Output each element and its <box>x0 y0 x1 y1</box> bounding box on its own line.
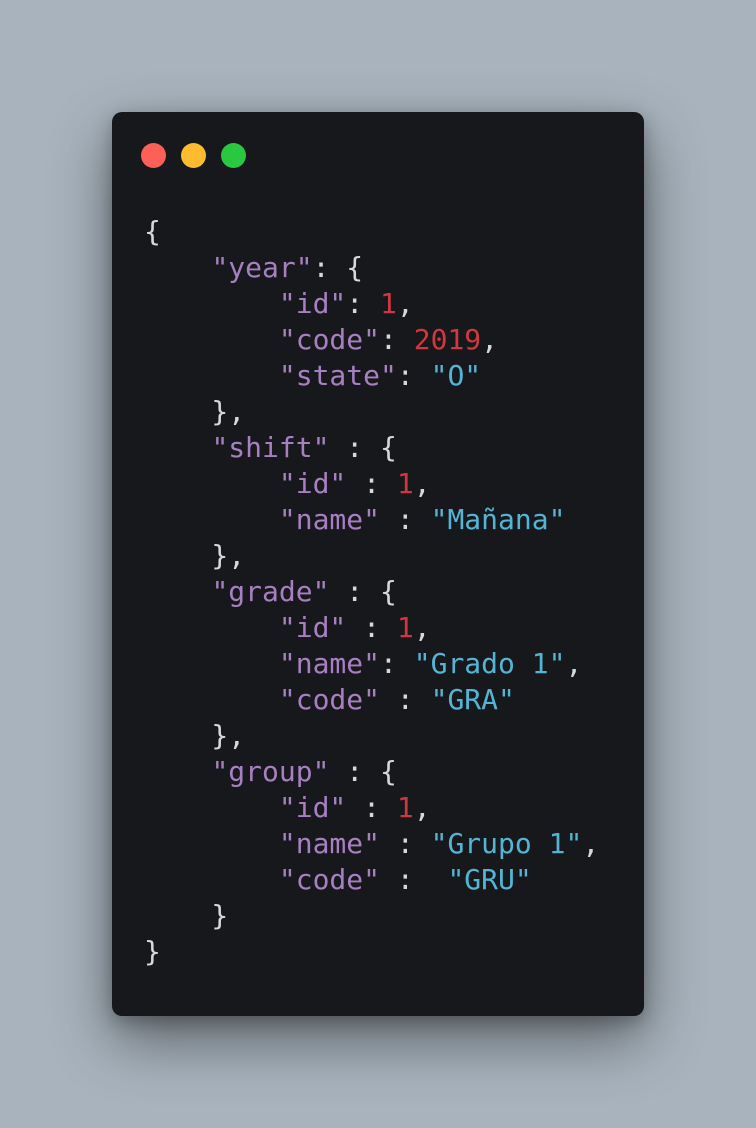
token-punct: : <box>346 287 381 320</box>
token-punct: , <box>481 323 499 356</box>
token-string: "Grupo 1" <box>430 827 583 860</box>
code-line: "code": 2019, <box>144 322 599 358</box>
code-line: "group" : { <box>144 754 599 790</box>
token-string: "GRA" <box>430 683 515 716</box>
code-line: } <box>144 934 599 970</box>
token-punct: : <box>346 611 397 644</box>
code-line: "name" : "Mañana" <box>144 502 599 538</box>
token-key: "code" <box>278 323 381 356</box>
code-line: }, <box>144 718 599 754</box>
code-line: "id" : 1, <box>144 610 599 646</box>
code-line: } <box>144 898 599 934</box>
token-punct: : <box>346 467 397 500</box>
token-string: "GRU" <box>447 863 532 896</box>
token-punct <box>144 359 279 392</box>
token-punct: : <box>380 863 448 896</box>
token-punct <box>144 827 279 860</box>
code-line: "id": 1, <box>144 286 599 322</box>
token-punct <box>144 467 279 500</box>
token-punct: } <box>144 899 229 932</box>
code-line: "id" : 1, <box>144 466 599 502</box>
token-key: "name" <box>278 827 381 860</box>
token-punct: : { <box>329 431 397 464</box>
code-line: "grade" : { <box>144 574 599 610</box>
token-key: "year" <box>211 251 313 284</box>
token-punct <box>144 323 279 356</box>
code-line: { <box>144 214 599 250</box>
token-number: 2019 <box>413 323 482 356</box>
token-punct: }, <box>144 395 246 428</box>
token-punct: : { <box>329 575 397 608</box>
window-controls <box>141 143 246 168</box>
code-line: "year": { <box>144 250 599 286</box>
token-punct: { <box>144 215 161 248</box>
token-key: "name" <box>278 503 381 536</box>
token-punct <box>144 791 279 824</box>
token-string: "Mañana" <box>430 503 566 536</box>
token-punct: , <box>413 467 431 500</box>
token-key: "group" <box>211 755 330 788</box>
token-key: "id" <box>278 467 347 500</box>
token-punct <box>144 251 211 284</box>
token-key: "name" <box>278 647 381 680</box>
token-punct <box>144 863 279 896</box>
token-string: "Grado 1" <box>413 647 566 680</box>
code-line: "shift" : { <box>144 430 599 466</box>
token-punct: : { <box>329 755 397 788</box>
code-block: { "year": { "id": 1, "code": 2019, "stat… <box>144 214 599 970</box>
minimize-button-icon[interactable] <box>181 143 206 168</box>
token-punct: : <box>380 323 414 356</box>
code-line: "code" : "GRU" <box>144 862 599 898</box>
token-punct <box>144 575 211 608</box>
code-window: { "year": { "id": 1, "code": 2019, "stat… <box>112 112 644 1016</box>
token-number: 1 <box>380 287 397 320</box>
token-punct <box>144 503 279 536</box>
token-key: "id" <box>278 611 347 644</box>
token-punct: , <box>565 647 583 680</box>
code-line: "name": "Grado 1", <box>144 646 599 682</box>
token-key: "id" <box>278 791 347 824</box>
token-number: 1 <box>396 611 414 644</box>
token-key: "shift" <box>211 431 330 464</box>
token-key: "state" <box>278 359 397 392</box>
token-number: 1 <box>396 467 414 500</box>
code-line: }, <box>144 394 599 430</box>
token-punct <box>144 683 279 716</box>
code-line: "id" : 1, <box>144 790 599 826</box>
token-punct <box>144 431 211 464</box>
token-key: "code" <box>278 683 381 716</box>
token-punct <box>144 611 279 644</box>
token-punct: }, <box>144 719 246 752</box>
token-key: "code" <box>278 863 381 896</box>
token-punct: : { <box>312 251 364 284</box>
token-punct <box>144 287 279 320</box>
token-punct: : <box>380 683 431 716</box>
code-line: "name" : "Grupo 1", <box>144 826 599 862</box>
code-line: }, <box>144 538 599 574</box>
token-punct <box>144 755 211 788</box>
token-punct: , <box>413 611 431 644</box>
token-key: "id" <box>278 287 347 320</box>
code-line: "code" : "GRA" <box>144 682 599 718</box>
token-number: 1 <box>396 791 414 824</box>
token-punct: }, <box>144 539 246 572</box>
token-key: "grade" <box>211 575 330 608</box>
token-punct: , <box>413 791 431 824</box>
token-punct: : <box>380 647 414 680</box>
token-punct: , <box>396 287 414 320</box>
token-punct: } <box>144 935 161 968</box>
token-punct: : <box>346 791 397 824</box>
code-line: "state": "O" <box>144 358 599 394</box>
zoom-button-icon[interactable] <box>221 143 246 168</box>
token-punct: : <box>396 359 431 392</box>
token-punct: : <box>380 827 431 860</box>
token-punct: : <box>380 503 431 536</box>
token-punct: , <box>582 827 600 860</box>
token-string: "O" <box>430 359 482 392</box>
token-punct <box>144 647 279 680</box>
close-button-icon[interactable] <box>141 143 166 168</box>
